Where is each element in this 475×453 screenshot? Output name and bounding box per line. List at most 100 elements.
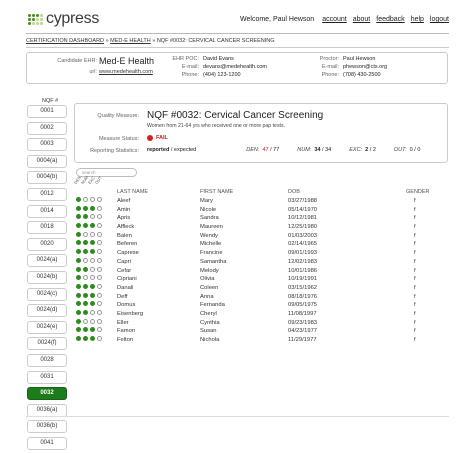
table-row[interactable]: Balen Wendy 01/03/2003 f [76,231,446,241]
nqf-item-0020[interactable]: 0020 [27,237,67,251]
cell-first: Melody [200,267,219,274]
measure-description: Women from 21-64 yrs who received one or… [147,123,286,129]
cell-gender: f [414,337,416,343]
cell-dob: 04/23/1977 [288,328,318,335]
out-flag-icon [97,214,102,220]
out-flag-icon [97,275,102,281]
nqf-item-0001[interactable]: 0001 [27,105,67,118]
nav-help-link[interactable]: help [411,16,424,23]
table-row[interactable]: Cefar Melody 10/01/1986 f [76,266,446,276]
nqf-item-0036a[interactable]: 0036(a) [27,403,67,417]
nqf-item-0032[interactable]: 0032 [27,387,67,401]
cypress-logo[interactable]: cypress [28,10,99,28]
table-row[interactable]: Cipriani Olivia 10/19/1991 f [76,275,446,284]
cell-dob: 11/08/1997 [288,310,317,317]
cell-first: Susan [200,328,217,335]
cell-last: Amin [117,206,131,213]
out-flag-icon [97,327,102,333]
out-flag-icon [97,292,102,298]
table-row[interactable]: Eisenberg Cheryl 11/08/1997 f [76,309,446,319]
nqf-item-0002[interactable]: 0002 [27,121,67,135]
table-row[interactable]: Danali Coleen 03/15/1962 f [76,283,446,293]
table-row[interactable]: Aleef Mary 03/27/1988 f [76,197,446,206]
cell-first: Maureen [200,224,223,231]
cell-dob: 09/01/1993 [288,250,318,257]
col-gender-header[interactable]: GENDER [406,189,430,195]
nav-feedback-link[interactable]: feedback [376,16,404,23]
nqf-item-0041[interactable]: 0041 [27,436,67,450]
den-flag-icon [76,301,81,307]
col-first-name-header[interactable]: FIRST NAME [200,189,233,195]
nav-logout-link[interactable]: logout [430,16,449,23]
num-flag-icon [83,205,88,211]
col-last-name-header[interactable]: LAST NAME [117,189,148,195]
out-stat: OUT: 0 / 0 [393,147,421,153]
nqf-item-0004b[interactable]: 0004(b) [27,171,67,185]
num-flag-icon [83,336,88,341]
den-flag-icon [76,327,81,333]
nqf-item-0024b[interactable]: 0024(b) [27,270,67,284]
ehr-poc-row: EHR POC: David Evans [172,56,234,62]
nqf-item-0024d[interactable]: 0024(d) [27,304,67,318]
nqf-item-0028[interactable]: 0028 [27,353,67,367]
cell-gender: f [414,328,416,335]
nqf-item-0024e[interactable]: 0024(e) [27,320,67,334]
cell-last: Danali [117,284,134,291]
cell-first: Nichola [200,337,220,343]
cell-first: Nicole [200,206,217,213]
nqf-item-0003[interactable]: 0003 [27,138,67,152]
cell-gender: f [414,241,416,248]
cell-dob: 10/19/1991 [288,276,318,283]
nqf-item-0024a[interactable]: 0024(a) [27,254,67,268]
nav-about-link[interactable]: about [353,16,371,23]
breadcrumb-vendor[interactable]: MED-E HEALTH [110,38,151,44]
col-dob-header[interactable]: DOB [288,189,300,195]
cell-first: Fernanda [200,302,225,309]
top-nav: Welcome, Paul Hewson account about feedb… [240,16,449,23]
candidate-panel: Candidate EHR: Med-E Health url: www.med… [26,52,448,84]
cell-dob: 10/12/1981 [288,215,318,222]
cell-last: Caprese [117,250,139,257]
table-row[interactable]: Deff Anna 08/18/1976 f [76,292,446,302]
nqf-item-0036b[interactable]: 0036(b) [27,420,67,434]
den-stat: DEN: 47 / 77 [246,147,280,153]
table-row[interactable]: Affleck Maureen 12/25/1980 f [76,223,446,232]
nav-account-link[interactable]: account [322,16,347,23]
cell-gender: f [414,198,416,204]
table-row[interactable]: Beferen Michelle 02/14/1965 f [76,240,446,249]
cell-first: Cynthia [200,319,220,326]
nqf-item-0014[interactable]: 0014 [27,204,67,218]
cell-last: Eller [117,319,129,326]
table-row[interactable]: Domus Fernanda 09/05/1975 f [76,301,446,310]
nqf-item-0024c[interactable]: 0024(c) [27,287,67,301]
num-flag-icon [83,266,88,272]
table-row[interactable]: Amin Nicole 05/14/1970 f [76,205,446,215]
nqf-item-0004a[interactable]: 0004(a) [27,154,67,168]
table-row[interactable]: Caprese Francine 09/01/1993 f [76,249,446,258]
cell-last: Balen [117,232,132,239]
den-flag-icon [76,223,81,229]
table-row[interactable]: Capri Samantha 12/02/1983 f [76,257,446,267]
table-row[interactable]: Felton Nichola 11/29/1977 f [76,336,446,345]
cell-last: Domus [117,302,136,309]
breadcrumb-dashboard[interactable]: CERTIFICATION DASHBOARD [26,38,104,44]
den-flag-icon [76,266,81,272]
logo-dots-icon [28,13,43,25]
exc-flag-icon [90,197,95,202]
exc-flag-icon [90,214,95,220]
candidate-url-link[interactable]: www.medehealth.com [99,69,153,75]
den-flag-icon [76,257,81,263]
nqf-item-0018[interactable]: 0018 [27,221,67,235]
nqf-item-0012[interactable]: 0012 [27,187,67,201]
table-row[interactable]: Famon Susan 04/23/1977 f [76,327,446,336]
cell-last: Deff [117,293,128,300]
out-flag-icon [97,318,102,324]
nqf-item-0031[interactable]: 0031 [27,370,67,384]
table-row[interactable]: Eller Cynthia 09/23/1983 f [76,318,446,328]
ehr-phone-row: Phone: (404) 123-1200 [181,72,241,78]
nqf-item-0024f[interactable]: 0024(f) [27,337,67,351]
footer-divider [26,416,449,417]
den-flag-icon [76,318,81,324]
patient-table: Aleef Mary 03/27/1988 f Amin Nicole 05/14/1970… [76,197,446,345]
table-row[interactable]: Apris Sandra 10/12/1981 f [76,214,446,223]
